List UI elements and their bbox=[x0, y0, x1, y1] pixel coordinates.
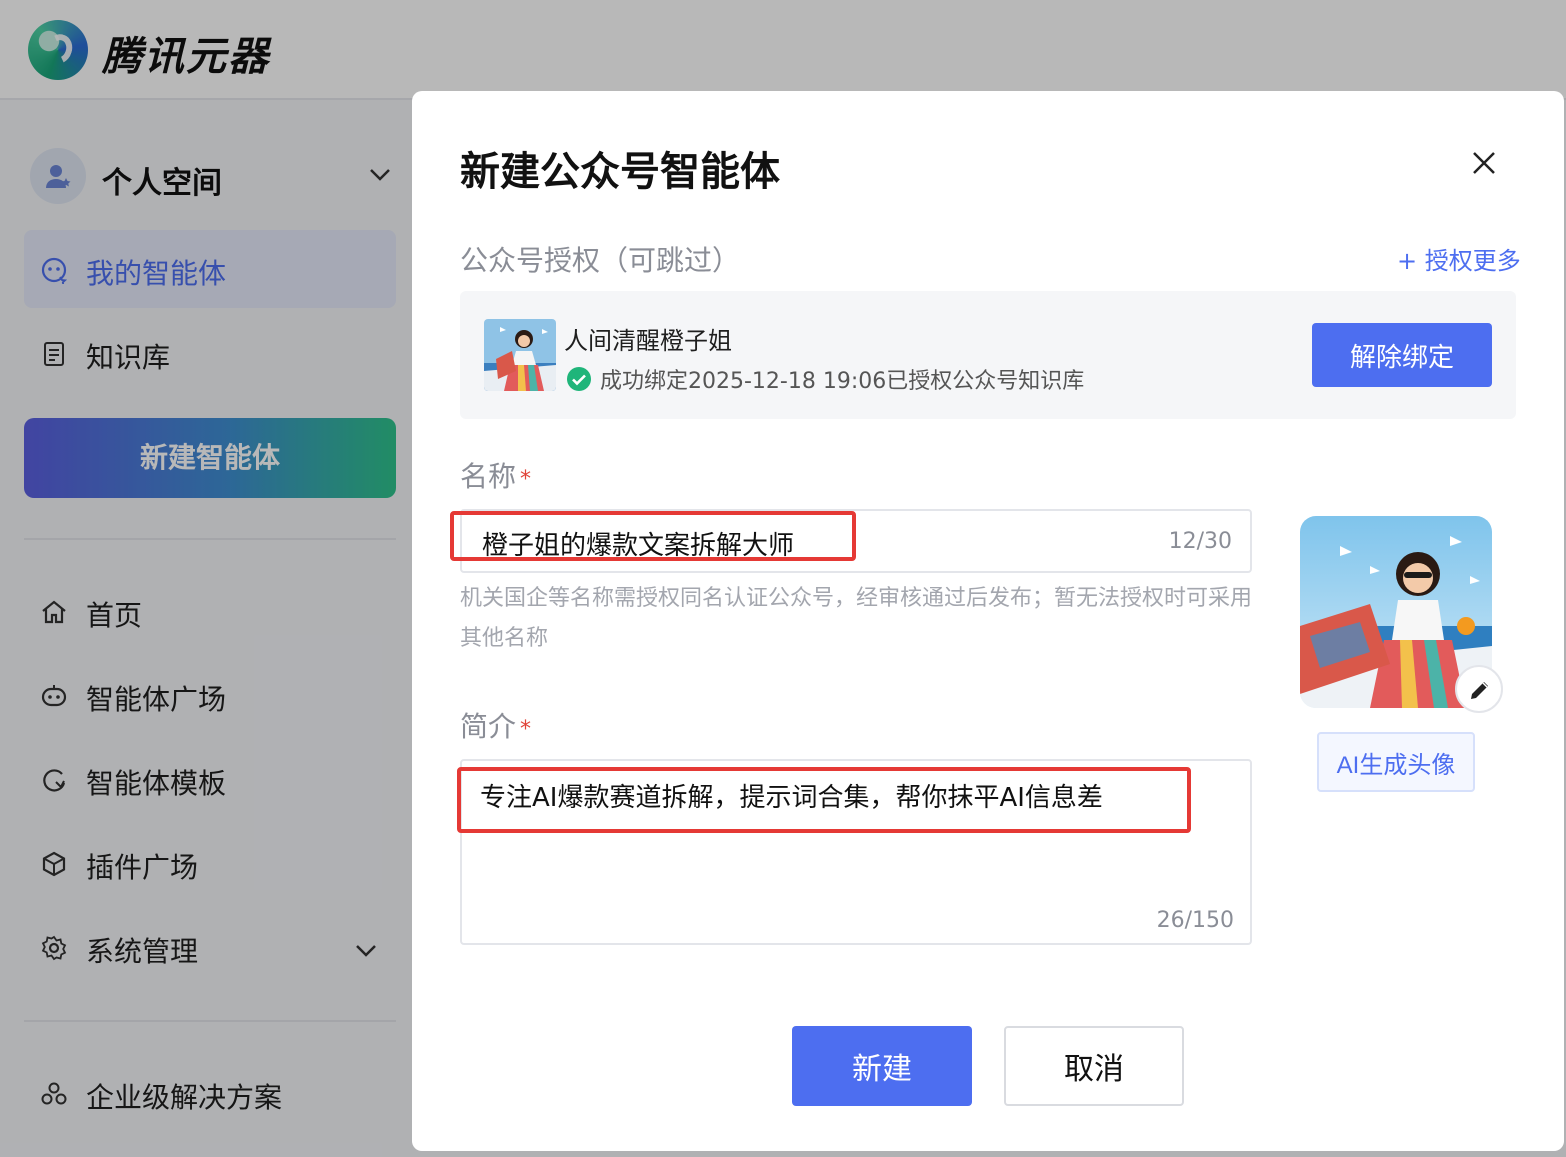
pencil-icon bbox=[1471, 682, 1488, 699]
auth-section-title: 公众号授权（可跳过） bbox=[460, 244, 741, 277]
authorize-more-link[interactable]: + 授权更多 bbox=[1397, 241, 1521, 276]
create-button[interactable]: 新建 bbox=[792, 1026, 972, 1106]
name-hint: 机关国企等名称需授权同名认证公众号，经审核通过后发布；暂无法授权时可采用其他名称 bbox=[460, 586, 1253, 651]
account-status-text: 成功绑定2025-12-18 19:06已授权公众号知识库 bbox=[600, 369, 1085, 394]
name-label: 名称 * bbox=[460, 460, 532, 493]
ai-generate-avatar-button[interactable]: AI生成头像 bbox=[1317, 732, 1475, 792]
description-textarea[interactable]: 专注AI爆款赛道拆解，提示词合集，帮你抹平AI信息差 26/150 bbox=[460, 759, 1252, 945]
unbind-button[interactable]: 解除绑定 bbox=[1312, 323, 1492, 387]
edit-avatar-button[interactable] bbox=[1455, 665, 1503, 713]
check-circle-icon bbox=[567, 367, 591, 391]
description-value: 专注AI爆款赛道拆解，提示词合集，帮你抹平AI信息差 bbox=[480, 783, 1103, 813]
name-input-value: 橙子姐的爆款文案拆解大师 bbox=[482, 531, 795, 561]
dialog-title: 新建公众号智能体 bbox=[460, 149, 780, 195]
account-name: 人间清醒橙子姐 bbox=[564, 327, 732, 355]
close-icon[interactable] bbox=[1468, 147, 1500, 179]
account-status: 成功绑定2025-12-18 19:06已授权公众号知识库 bbox=[566, 363, 1084, 395]
description-char-count: 26/150 bbox=[1156, 908, 1234, 933]
name-input[interactable]: 橙子姐的爆款文案拆解大师 12/30 bbox=[460, 509, 1252, 573]
account-card: 人间清醒橙子姐 成功绑定2025-12-18 19:06已授权公众号知识库 解除… bbox=[460, 291, 1516, 419]
cancel-button[interactable]: 取消 bbox=[1004, 1026, 1184, 1106]
account-avatar bbox=[484, 319, 556, 391]
create-agent-dialog: 新建公众号智能体 公众号授权（可跳过） + 授权更多 人间清醒橙子姐 成功绑定2… bbox=[412, 91, 1564, 1151]
name-char-count: 12/30 bbox=[1168, 529, 1232, 554]
required-mark: * bbox=[520, 467, 532, 492]
desc-label: 简介 * bbox=[460, 710, 532, 743]
required-mark: * bbox=[520, 717, 532, 742]
